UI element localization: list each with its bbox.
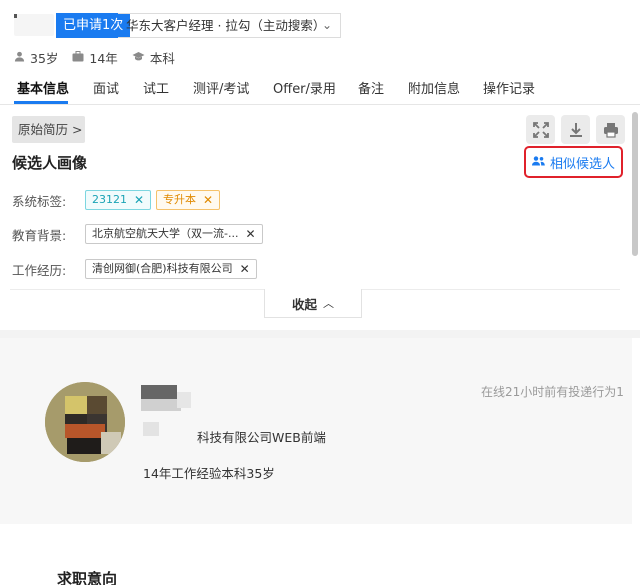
name-redacted-block bbox=[177, 392, 191, 408]
tag-text: 北京航空航天大学（双一流-... bbox=[92, 227, 239, 240]
tag-text: 专升本 bbox=[163, 193, 196, 206]
age-value: 35岁 bbox=[30, 51, 59, 66]
tab-operation-log[interactable]: 操作记录 bbox=[483, 78, 535, 97]
tab-notes[interactable]: 备注 bbox=[358, 78, 384, 97]
tab-offer[interactable]: Offer/录用 bbox=[273, 78, 336, 97]
tag-text: 23121 bbox=[92, 193, 127, 206]
tab-basic-info[interactable]: 基本信息 bbox=[17, 78, 69, 97]
tag-work-experience: 清创网御(合肥)科技有限公司 ✕ bbox=[85, 259, 257, 279]
job-intent-title: 求职意向 bbox=[57, 570, 118, 585]
similar-candidates-button[interactable]: 相似候选人 bbox=[524, 146, 623, 178]
users-icon bbox=[531, 155, 545, 169]
person-icon bbox=[14, 51, 25, 65]
company-redacted-block bbox=[143, 422, 159, 436]
education-background-label: 教育背景: bbox=[12, 228, 67, 243]
experience-value: 14年 bbox=[89, 51, 118, 66]
collapse-button[interactable]: 收起 ︿ bbox=[264, 289, 362, 318]
download-icon bbox=[569, 122, 582, 137]
name-redacted-block bbox=[141, 385, 177, 399]
tag-23121: 23121 ✕ bbox=[85, 190, 152, 210]
tab-additional-info[interactable]: 附加信息 bbox=[408, 78, 460, 97]
candidate-meta: 35岁 14年 本科 bbox=[14, 48, 189, 67]
tag-education: 北京航空航天大学（双一流-... ✕ bbox=[85, 224, 263, 244]
close-icon[interactable]: ✕ bbox=[240, 260, 250, 278]
candidate-portrait-title: 候选人画像 bbox=[12, 154, 88, 172]
job-position-select[interactable]: 华东大客户经理 · 拉勾（主动搜索） ⌄ bbox=[118, 13, 341, 38]
print-button[interactable] bbox=[596, 115, 625, 144]
scrollbar-thumb[interactable] bbox=[632, 112, 638, 256]
tab-bar: 基本信息 面试 试工 测评/考试 Offer/录用 备注 附加信息 操作记录 bbox=[0, 72, 640, 105]
close-icon[interactable]: ✕ bbox=[203, 191, 213, 209]
print-icon bbox=[603, 122, 618, 138]
online-status: 在线21小时前有投递行为1 bbox=[481, 385, 624, 399]
active-tab-indicator bbox=[14, 101, 68, 104]
chevron-up-icon: ︿ bbox=[323, 297, 334, 310]
close-icon[interactable]: ✕ bbox=[245, 225, 255, 243]
expand-button[interactable] bbox=[526, 115, 555, 144]
chevron-down-icon: ⌄ bbox=[321, 18, 332, 32]
system-tags-label: 系统标签: bbox=[12, 194, 67, 209]
close-icon[interactable]: ✕ bbox=[134, 191, 144, 209]
tag-text: 清创网御(合肥)科技有限公司 bbox=[92, 262, 233, 275]
graduation-cap-icon bbox=[132, 51, 145, 65]
tag-upgrade-degree: 专升本 ✕ bbox=[156, 190, 221, 210]
briefcase-icon bbox=[72, 50, 84, 65]
candidate-name-redacted bbox=[14, 14, 54, 36]
avatar bbox=[45, 382, 125, 462]
education-value: 本科 bbox=[149, 51, 175, 66]
section-separator bbox=[0, 330, 640, 338]
tab-trial-work[interactable]: 试工 bbox=[143, 78, 169, 97]
tab-interview[interactable]: 面试 bbox=[93, 78, 119, 97]
company-position: 科技有限公司WEB前端 bbox=[197, 430, 326, 445]
job-position-value: 华东大客户经理 · 拉勾（主动搜索） bbox=[126, 18, 326, 33]
tab-assessment[interactable]: 测评/考试 bbox=[193, 78, 249, 97]
work-experience-label: 工作经历: bbox=[12, 263, 67, 278]
expand-icon bbox=[532, 121, 549, 138]
name-redacted-block bbox=[141, 399, 181, 411]
collapse-label: 收起 bbox=[291, 296, 317, 312]
candidate-summary: 14年工作经验本科35岁 bbox=[143, 466, 275, 481]
similar-candidates-label: 相似候选人 bbox=[549, 156, 615, 172]
original-resume-button[interactable]: 原始简历 > bbox=[12, 116, 85, 143]
download-button[interactable] bbox=[561, 115, 590, 144]
